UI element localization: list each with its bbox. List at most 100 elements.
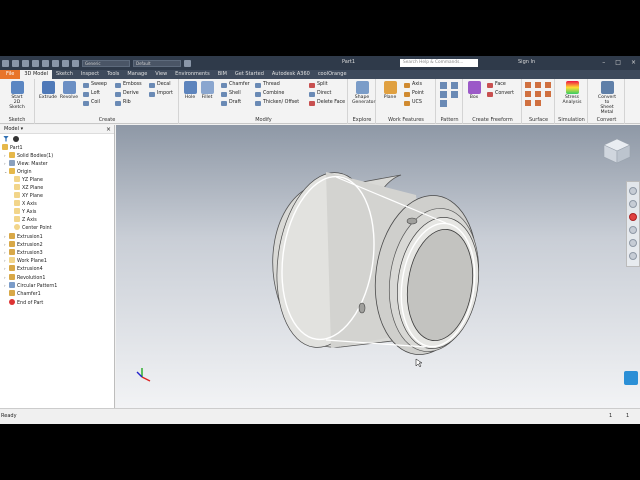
draft-button[interactable]: Draft <box>220 99 241 107</box>
tree-node-extrusion3[interactable]: › Extrusion3 <box>4 249 43 257</box>
emboss-button[interactable]: Emboss <box>114 81 142 89</box>
tree-node-yz-plane[interactable]: YZ Plane <box>14 176 43 184</box>
rectangular-pattern-icon[interactable] <box>440 82 447 89</box>
zoom-icon[interactable] <box>629 213 637 221</box>
tree-node-end-of-part[interactable]: End of Part <box>9 299 43 307</box>
tab-bim[interactable]: BIM <box>214 70 231 79</box>
tab-get-started[interactable]: Get Started <box>231 70 268 79</box>
tree-node-extrusion2[interactable]: › Extrusion2 <box>4 241 43 249</box>
point-button[interactable]: Point <box>403 90 424 98</box>
tree-node-revolution1[interactable]: › Revolution1 <box>4 274 45 282</box>
viewcube-icon[interactable] <box>602 137 632 165</box>
tree-node-work-plane1[interactable]: › Work Plane1 <box>4 257 47 265</box>
shape-generator-button[interactable]: Shape Generator <box>352 81 375 105</box>
replace-face-icon[interactable] <box>545 91 551 97</box>
start-sketch-button[interactable]: Start 2D Sketch <box>7 81 27 110</box>
tree-node-circular-pattern1[interactable]: › Circular Pattern1 <box>4 282 57 290</box>
chamfer-button[interactable]: Chamfer <box>220 81 250 89</box>
tree-node-view[interactable]: › View: Master <box>4 160 48 168</box>
save-icon[interactable] <box>32 59 39 67</box>
direct-button[interactable]: Direct <box>308 90 331 98</box>
undo-icon[interactable] <box>42 59 49 67</box>
home-icon[interactable] <box>62 59 69 67</box>
tree-node-origin[interactable]: ⌄ Origin <box>4 168 32 176</box>
decal-button[interactable]: Decal <box>148 81 171 89</box>
split-button[interactable]: Split <box>308 81 328 89</box>
convert-button[interactable]: Convert <box>486 90 514 98</box>
tree-node-xz-plane[interactable]: XZ Plane <box>14 184 43 192</box>
close-browser-icon[interactable]: × <box>106 126 111 133</box>
thicken-offset-button[interactable]: Thicken/ Offset <box>254 99 299 107</box>
appearance-select[interactable]: Default <box>133 59 181 67</box>
pan-icon[interactable] <box>629 200 637 208</box>
loft-button[interactable]: Loft <box>82 90 100 98</box>
tab-a360[interactable]: Autodesk A360 <box>268 70 314 79</box>
tab-coolorange[interactable]: coolOrange <box>314 70 351 79</box>
tree-node-xy-plane[interactable]: XY Plane <box>14 192 43 200</box>
tree-node-solid-bodies[interactable]: › Solid Bodies(1) <box>4 152 53 160</box>
extend-icon[interactable] <box>535 91 541 97</box>
sweep-button[interactable]: Sweep <box>82 81 107 89</box>
tree-node-center-point[interactable]: Center Point <box>14 224 52 232</box>
coil-button[interactable]: Coil <box>82 99 100 107</box>
patch-icon[interactable] <box>535 82 541 88</box>
clear-appearance-icon[interactable] <box>184 59 191 67</box>
app-menu-icon[interactable] <box>2 59 9 67</box>
communication-center-icon[interactable] <box>624 371 638 385</box>
tree-node-part[interactable]: Part1 <box>2 144 23 152</box>
minimize-icon[interactable]: – <box>602 59 605 66</box>
pattern-option-icon[interactable] <box>440 100 447 107</box>
tree-node-z-axis[interactable]: Z Axis <box>14 216 37 224</box>
close-window-icon[interactable]: × <box>631 59 636 66</box>
tree-node-x-axis[interactable]: X Axis <box>14 200 37 208</box>
material-select[interactable]: Generic <box>82 59 130 67</box>
plane-button[interactable]: Plane <box>380 81 400 100</box>
sign-in-link[interactable]: Sign In <box>518 59 535 65</box>
convert-sheet-metal-button[interactable]: Convert to Sheet Metal <box>596 81 618 115</box>
steering-wheel-icon[interactable] <box>629 187 637 195</box>
face-button[interactable]: Face <box>486 81 506 89</box>
tab-manage[interactable]: Manage <box>123 70 151 79</box>
filter-icon[interactable] <box>3 135 9 142</box>
delete-face-button[interactable]: Delete Face <box>308 99 345 107</box>
combine-button[interactable]: Combine <box>254 90 284 98</box>
help-search-input[interactable]: Search Help & Commands... <box>400 59 478 67</box>
sculpt-icon[interactable] <box>545 82 551 88</box>
tab-environments[interactable]: Environments <box>171 70 214 79</box>
stitch-icon[interactable] <box>525 82 531 88</box>
redo-icon[interactable] <box>52 59 59 67</box>
sketch-pattern-icon[interactable] <box>440 91 447 98</box>
ucs-button[interactable]: UCS <box>403 99 422 107</box>
tab-view[interactable]: View <box>151 70 171 79</box>
browser-header[interactable]: Model ▾ <box>0 125 114 134</box>
circular-pattern-icon[interactable] <box>451 82 458 89</box>
thread-button[interactable]: Thread <box>254 81 280 89</box>
tree-node-extrusion1[interactable]: › Extrusion1 <box>4 233 43 241</box>
ruled-surface-icon[interactable] <box>525 100 531 106</box>
import-button[interactable]: Import <box>148 90 173 98</box>
rib-button[interactable]: Rib <box>114 99 131 107</box>
graphics-viewport[interactable] <box>116 125 640 408</box>
extrude-button[interactable]: Extrude <box>38 81 58 100</box>
update-icon[interactable] <box>72 59 79 67</box>
zoom-all-icon[interactable] <box>629 252 637 260</box>
tab-tools[interactable]: Tools <box>103 70 123 79</box>
revolve-button[interactable]: Revolve <box>59 81 79 100</box>
fillet-button[interactable]: Fillet <box>197 81 217 100</box>
find-icon[interactable] <box>13 135 19 142</box>
tree-node-extrusion4[interactable]: › Extrusion4 <box>4 265 43 273</box>
orbit-icon[interactable] <box>629 226 637 234</box>
tab-3d-model[interactable]: 3D Model <box>20 70 53 79</box>
look-at-icon[interactable] <box>629 239 637 247</box>
axis-button[interactable]: Axis <box>403 81 422 89</box>
boundary-patch-icon[interactable] <box>535 100 541 106</box>
derive-button[interactable]: Derive <box>114 90 139 98</box>
box-button[interactable]: Box <box>464 81 484 100</box>
tab-file[interactable]: File <box>0 70 21 79</box>
tab-inspect[interactable]: Inspect <box>77 70 103 79</box>
mirror-icon[interactable] <box>451 91 458 98</box>
tree-node-chamfer1[interactable]: Chamfer1 <box>9 290 41 298</box>
trim-icon[interactable] <box>525 91 531 97</box>
tree-node-y-axis[interactable]: Y Axis <box>14 208 36 216</box>
tab-sketch[interactable]: Sketch <box>52 70 77 79</box>
